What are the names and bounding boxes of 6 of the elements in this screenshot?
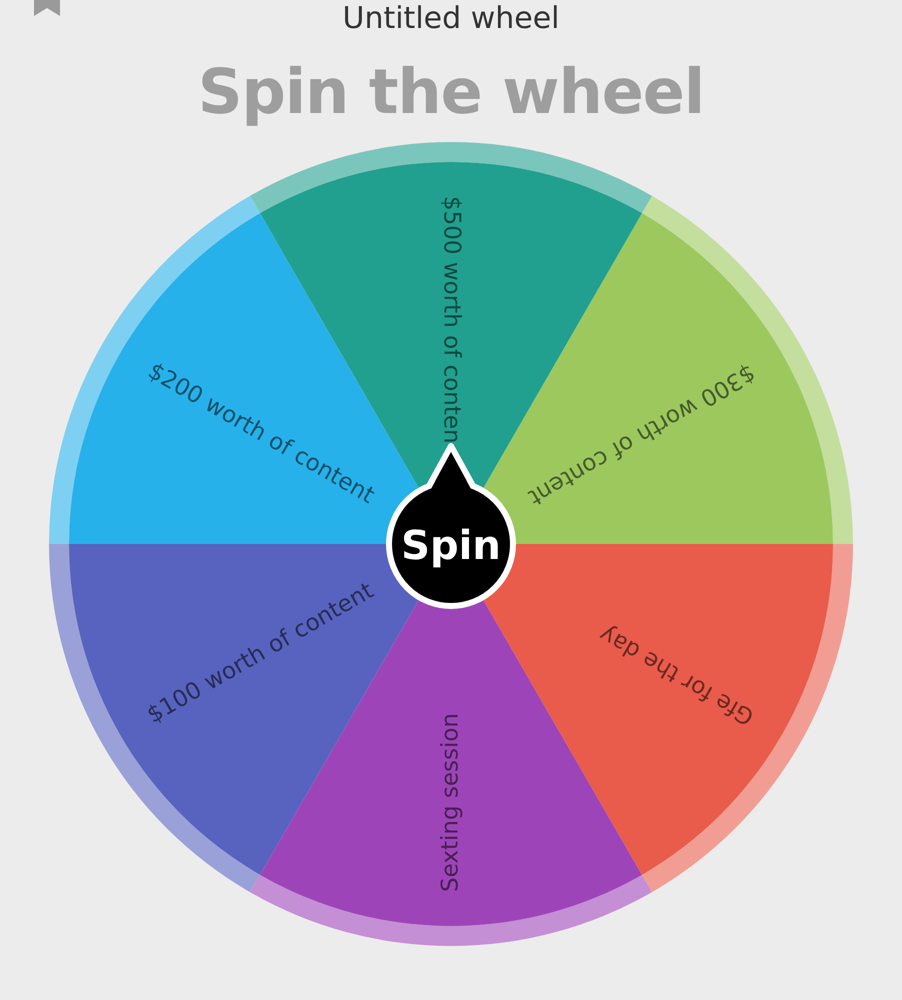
- window-title: Untitled wheel: [342, 4, 560, 34]
- segment-label: $500 worth of conten: [438, 196, 465, 444]
- bookmark-icon[interactable]: [34, 0, 60, 16]
- segment-label: Gfe for the day: [595, 620, 759, 730]
- page-heading: Spin the wheel: [198, 58, 704, 126]
- segment-label: Sexting session: [437, 713, 464, 892]
